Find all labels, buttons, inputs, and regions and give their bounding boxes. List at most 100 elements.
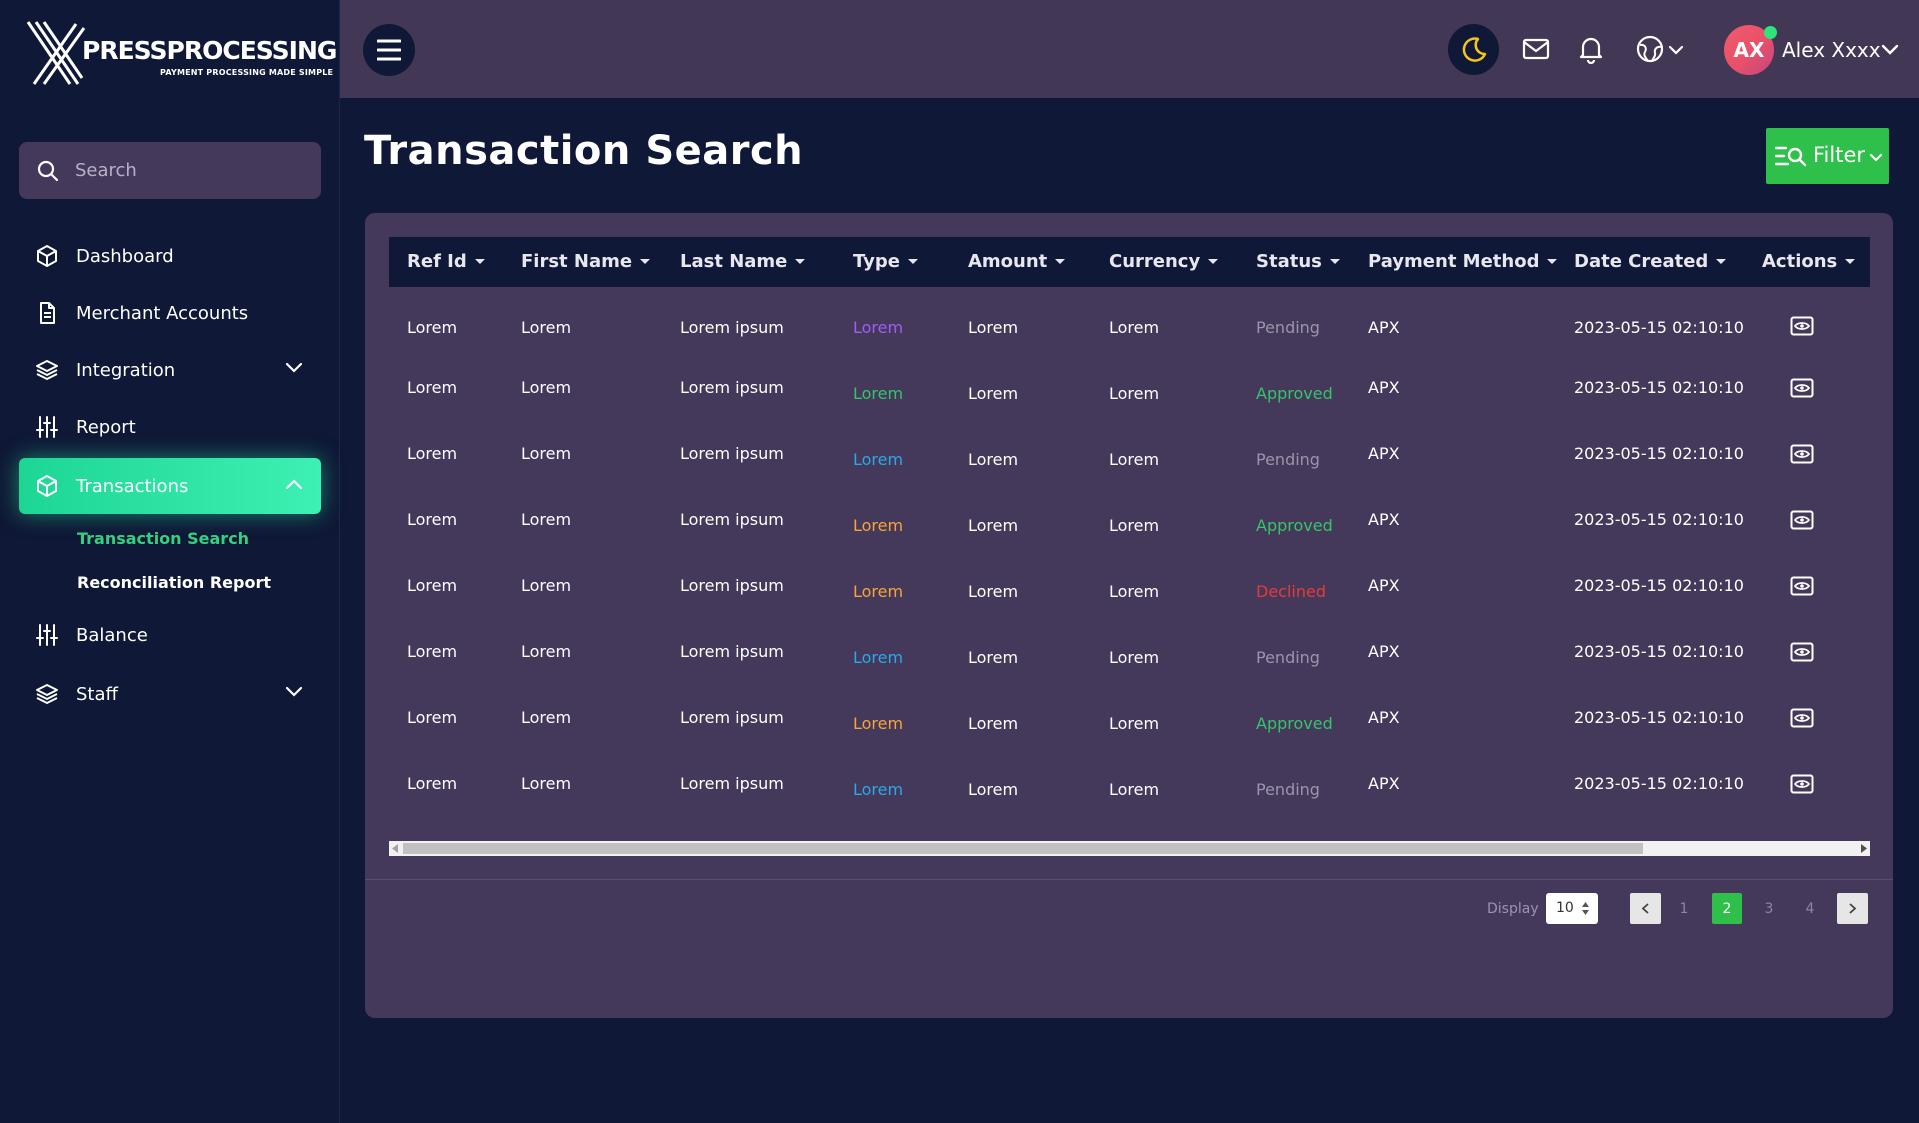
sidebar-item-integration[interactable]: Integration <box>19 342 321 398</box>
sidebar-subitem-transaction-search[interactable]: Transaction Search <box>77 529 249 548</box>
search-box <box>19 142 321 199</box>
column-header-payment-method[interactable]: Payment Method <box>1368 251 1558 272</box>
menu-button[interactable] <box>363 24 415 76</box>
sort-caret-icon <box>1716 259 1727 264</box>
view-icon[interactable] <box>1790 642 1814 662</box>
column-header-actions[interactable]: Actions <box>1762 251 1856 272</box>
cell-last-name: Lorem ipsum <box>680 708 784 727</box>
cell-amount: Lorem <box>968 582 1019 601</box>
cell-type: Lorem <box>853 450 904 469</box>
sliders-icon <box>36 624 58 646</box>
view-icon[interactable] <box>1790 378 1814 398</box>
user-name[interactable]: Alex Xxxx <box>1782 38 1881 62</box>
cell-first-name: Lorem <box>521 774 572 793</box>
cell-payment-method: APX <box>1368 444 1400 463</box>
brand-name: PRESSPROCESSING <box>82 36 337 65</box>
cell-date-created: 2023-05-15 02:10:10 <box>1574 708 1744 727</box>
cell-status: Pending <box>1256 318 1320 337</box>
globe-icon <box>1636 35 1664 63</box>
cell-date-created: 2023-05-15 02:10:10 <box>1574 642 1744 661</box>
view-icon[interactable] <box>1790 316 1814 336</box>
sidebar-item-staff[interactable]: Staff <box>19 666 321 722</box>
cell-status: Approved <box>1256 384 1333 403</box>
cell-payment-method: APX <box>1368 318 1400 337</box>
page-number-current[interactable]: 2 <box>1712 893 1742 924</box>
column-header-currency[interactable]: Currency <box>1109 251 1219 272</box>
column-header-amount[interactable]: Amount <box>968 251 1066 272</box>
cell-date-created: 2023-05-15 02:10:10 <box>1574 774 1744 793</box>
sliders-icon <box>36 416 58 438</box>
sidebar-subitem-reconciliation-report[interactable]: Reconciliation Report <box>77 573 271 592</box>
cell-type: Lorem <box>853 582 904 601</box>
column-header-status[interactable]: Status <box>1256 251 1340 272</box>
view-icon[interactable] <box>1790 510 1814 530</box>
search-input[interactable] <box>75 142 305 199</box>
page-size-select[interactable]: 10 <box>1546 893 1598 924</box>
column-header-label: Last Name <box>680 251 788 272</box>
filter-search-icon <box>1775 146 1807 167</box>
sidebar-item-label: Transactions <box>76 475 189 497</box>
cell-first-name: Lorem <box>521 576 572 595</box>
cell-payment-method: APX <box>1368 576 1400 595</box>
column-header-ref-id[interactable]: Ref Id <box>407 251 485 272</box>
sidebar-item-label: Merchant Accounts <box>76 302 249 324</box>
view-icon[interactable] <box>1790 774 1814 794</box>
bell-icon[interactable] <box>1578 34 1604 64</box>
mail-icon[interactable] <box>1522 38 1550 60</box>
page-number[interactable]: 3 <box>1754 893 1784 924</box>
filter-button[interactable]: Filter <box>1766 128 1889 184</box>
cube-icon <box>37 245 57 267</box>
scroll-left-arrow-icon[interactable] <box>391 844 399 853</box>
topbar: AX Alex Xxxx <box>340 0 1919 98</box>
theme-toggle-button[interactable] <box>1448 24 1499 75</box>
chevron-down-icon <box>1668 45 1684 55</box>
page-size-value: 10 <box>1556 900 1574 916</box>
horizontal-scrollbar[interactable] <box>389 841 1870 856</box>
language-selector[interactable] <box>1635 34 1685 64</box>
column-header-label: Ref Id <box>407 251 467 272</box>
prev-page-button[interactable] <box>1630 893 1661 924</box>
column-header-label: Actions <box>1762 251 1838 272</box>
next-page-button[interactable] <box>1837 893 1868 924</box>
cell-first-name: Lorem <box>521 510 572 529</box>
cell-first-name: Lorem <box>521 642 572 661</box>
sidebar-item-report[interactable]: Report <box>19 399 321 455</box>
cell-last-name: Lorem ipsum <box>680 378 784 397</box>
search-icon <box>37 160 59 182</box>
sidebar-item-label: Integration <box>76 359 176 381</box>
card-divider <box>365 879 1893 880</box>
sidebar-item-balance[interactable]: Balance <box>19 607 321 663</box>
sidebar: PRESSPROCESSING PAYMENT PROCESSING MADE … <box>0 0 340 1123</box>
sidebar-item-transactions[interactable]: Transactions <box>19 458 321 514</box>
column-header-type[interactable]: Type <box>853 251 918 272</box>
sidebar-item-label: Balance <box>76 624 148 646</box>
cell-date-created: 2023-05-15 02:10:10 <box>1574 318 1744 337</box>
page-number[interactable]: 4 <box>1795 893 1825 924</box>
column-header-date-created[interactable]: Date Created <box>1574 251 1727 272</box>
cube-icon <box>37 475 57 497</box>
brand-logo[interactable]: PRESSPROCESSING PAYMENT PROCESSING MADE … <box>26 20 337 86</box>
scrollbar-thumb[interactable] <box>403 843 1643 854</box>
view-icon[interactable] <box>1790 708 1814 728</box>
cell-last-name: Lorem ipsum <box>680 510 784 529</box>
brand-tagline: PAYMENT PROCESSING MADE SIMPLE <box>160 68 334 77</box>
chevron-down-icon[interactable] <box>1881 44 1899 55</box>
column-header-first-name[interactable]: First Name <box>521 251 651 272</box>
cell-payment-method: APX <box>1368 510 1400 529</box>
cell-ref-id: Lorem <box>407 708 458 727</box>
sidebar-item-merchant-accounts[interactable]: Merchant Accounts <box>19 285 321 341</box>
scroll-right-arrow-icon[interactable] <box>1860 844 1868 853</box>
column-header-label: First Name <box>521 251 633 272</box>
page-number[interactable]: 1 <box>1669 893 1699 924</box>
view-icon[interactable] <box>1790 444 1814 464</box>
sidebar-item-dashboard[interactable]: Dashboard <box>19 228 321 284</box>
cell-status: Pending <box>1256 450 1320 469</box>
sort-caret-icon <box>1208 259 1219 264</box>
cell-status: Pending <box>1256 648 1320 667</box>
sort-caret-icon <box>474 259 485 264</box>
table-header: Ref Id First Name Last Name Type Amount … <box>389 237 1870 287</box>
column-header-last-name[interactable]: Last Name <box>680 251 806 272</box>
view-icon[interactable] <box>1790 576 1814 596</box>
column-header-label: Type <box>853 251 900 272</box>
cell-amount: Lorem <box>968 516 1019 535</box>
